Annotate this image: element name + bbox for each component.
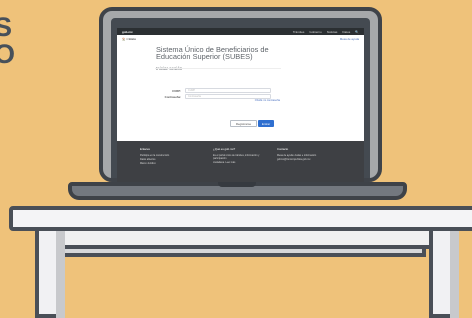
- search-icon[interactable]: 🔍: [355, 30, 359, 34]
- breadcrumb-bar: 🏠 > Inicio Mesa de ayuda: [117, 35, 364, 43]
- footer-contact-email[interactable]: gobmx@funcionpublica.gob.mx: [277, 158, 337, 161]
- footer-link[interactable]: Participa en la construcción: [140, 154, 200, 157]
- curp-row: CURP: CURP: [155, 88, 281, 93]
- nav-tramites[interactable]: Trámites: [293, 30, 305, 34]
- partial-letter-2: O: [0, 39, 16, 69]
- footer-links-heading: Enlaces: [140, 147, 150, 151]
- footer-links-column: Enlaces Participa en la construcción Dat…: [140, 147, 200, 166]
- desk-top: [9, 206, 472, 231]
- footer-link[interactable]: Marco Jurídico: [140, 162, 200, 165]
- help-desk-link[interactable]: Mesa de ayuda: [340, 37, 359, 41]
- register-button[interactable]: Registrarse: [230, 120, 257, 127]
- nav-datos[interactable]: Datos: [342, 30, 350, 34]
- laptop-screen: gob.mx Trámites Gobierno Noticias Datos …: [117, 28, 364, 182]
- footer-about-text: Es el portal único de trámites, informac…: [213, 154, 260, 160]
- desk-left-leg-shadow: [56, 231, 65, 318]
- site-footer: Enlaces Participa en la construcción Dat…: [117, 141, 364, 182]
- gob-logo[interactable]: gob.mx: [122, 30, 133, 34]
- laptop-hinge-notch: [218, 182, 256, 187]
- enter-button[interactable]: Entrar: [258, 120, 274, 127]
- desk-right-leg-shadow: [450, 231, 459, 318]
- curp-input[interactable]: CURP: [185, 88, 271, 93]
- forgot-password-link[interactable]: Olvidé mi contraseña: [227, 99, 280, 102]
- partial-letter-1: S: [0, 12, 13, 42]
- footer-contact-text: Mesa de ayuda: dudas e información: [277, 154, 317, 157]
- background-partial-text: S O: [0, 14, 15, 68]
- nav-noticias[interactable]: Noticias: [327, 30, 338, 34]
- footer-about-text[interactable]: ciudadana. Leer más: [213, 161, 273, 164]
- gob-navbar: gob.mx Trámites Gobierno Noticias Datos …: [117, 28, 364, 35]
- desk-lower-rail: [56, 249, 426, 257]
- desk-rail: [38, 231, 434, 249]
- breadcrumb-home[interactable]: 🏠 > Inicio: [122, 37, 136, 41]
- heading-divider: [155, 68, 281, 69]
- password-label: Contraseña:: [164, 94, 181, 99]
- page-title: Sistema Único de Beneficiarios de Educac…: [156, 45, 269, 61]
- footer-about-column: ¿Qué es gob.mx? Es el portal único de tr…: [213, 147, 273, 165]
- footer-about-heading: ¿Qué es gob.mx?: [213, 147, 236, 151]
- laptop-base: [68, 182, 407, 200]
- footer-contact-heading: Contacto: [277, 147, 289, 151]
- footer-contact-column: Contacto Mesa de ayuda: dudas e informac…: [277, 147, 337, 162]
- footer-link[interactable]: Datos abiertos: [140, 158, 200, 161]
- nav-gobierno[interactable]: Gobierno: [309, 30, 321, 34]
- curp-label: CURP:: [172, 88, 181, 93]
